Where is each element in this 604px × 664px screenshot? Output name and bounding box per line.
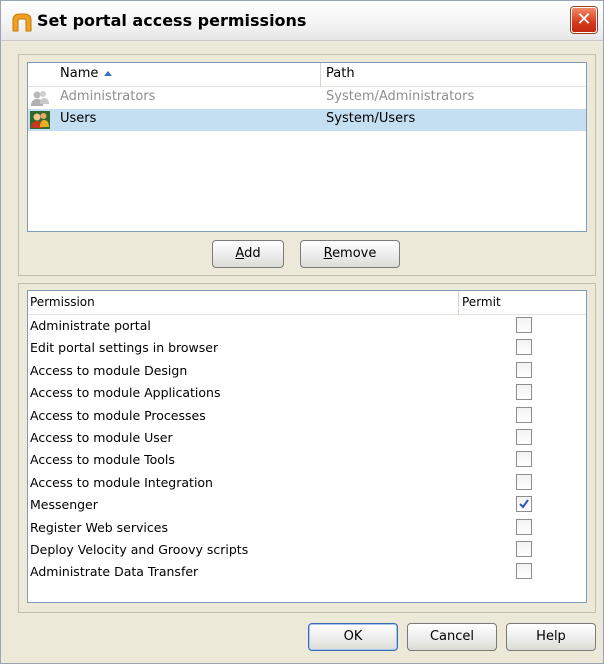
sort-ascending-icon bbox=[104, 71, 113, 76]
close-icon: ✕ bbox=[576, 9, 592, 30]
permission-row: Access to module User bbox=[28, 427, 586, 449]
permit-checkbox[interactable] bbox=[516, 429, 532, 445]
permit-checkbox[interactable] bbox=[516, 541, 532, 557]
permission-row: Edit portal settings in browser bbox=[28, 337, 586, 359]
permit-checkbox[interactable] bbox=[516, 518, 532, 535]
permission-label: Administrate portal bbox=[30, 318, 151, 333]
permission-row: Access to module Integration bbox=[28, 472, 586, 494]
portal-app-icon bbox=[11, 11, 33, 33]
permission-label: Access to module Integration bbox=[30, 474, 213, 490]
users-icon bbox=[30, 111, 50, 129]
permissions-header: Permission Permit bbox=[28, 291, 586, 315]
permission-row: Administrate Data Transfer bbox=[28, 561, 586, 583]
help-button[interactable]: Help bbox=[506, 623, 596, 651]
permit-checkbox[interactable] bbox=[516, 473, 532, 490]
permission-label: Register Web services bbox=[30, 519, 168, 535]
add-mnemonic: A bbox=[235, 246, 245, 261]
permit-checkbox[interactable] bbox=[516, 496, 532, 513]
permission-row: Register Web services bbox=[28, 517, 586, 539]
permission-label: Edit portal settings in browser bbox=[30, 340, 219, 356]
remove-button[interactable]: Remove bbox=[300, 240, 400, 268]
permit-checkbox[interactable] bbox=[516, 563, 532, 580]
permission-label: Administrate Data Transfer bbox=[30, 564, 199, 580]
permissions-table[interactable]: Permission Permit Administrate portal Edi… bbox=[27, 290, 587, 603]
groups-list-header: Name Path bbox=[28, 63, 586, 87]
permission-label: Access to module Processes bbox=[30, 407, 206, 423]
column-header-name[interactable]: Name bbox=[60, 66, 113, 81]
permission-label: Messenger bbox=[30, 497, 98, 513]
permission-row: Access to module Applications bbox=[28, 382, 586, 404]
remove-mnemonic: R bbox=[323, 246, 333, 261]
permission-row: Messenger bbox=[28, 494, 586, 516]
permit-checkbox[interactable] bbox=[516, 451, 532, 468]
group-row-users[interactable]: Users System/Users bbox=[28, 109, 586, 131]
permission-row: Access to module Design bbox=[28, 360, 586, 382]
column-divider[interactable] bbox=[458, 291, 459, 315]
group-icon bbox=[30, 89, 50, 107]
group-row-administrators[interactable]: Administrators System/Administrators bbox=[28, 87, 586, 109]
group-path: System/Administrators bbox=[326, 89, 475, 104]
permit-checkbox[interactable] bbox=[516, 339, 532, 356]
column-header-permission[interactable]: Permission bbox=[30, 295, 95, 309]
permission-row: Access to module Processes bbox=[28, 405, 586, 427]
permission-row: Administrate portal bbox=[28, 315, 586, 337]
groups-list[interactable]: Name Path Administrators System/Administ… bbox=[27, 62, 587, 232]
permission-row: Access to module Tools bbox=[28, 449, 586, 471]
title-bar[interactable]: Set portal access permissions ✕ bbox=[1, 1, 603, 41]
add-button[interactable]: Add bbox=[212, 240, 284, 268]
column-divider[interactable] bbox=[320, 63, 321, 87]
group-name: Administrators bbox=[60, 89, 156, 104]
permission-label: Access to module Applications bbox=[30, 385, 221, 401]
group-path: System/Users bbox=[326, 111, 416, 126]
permit-checkbox[interactable] bbox=[516, 317, 532, 333]
permit-checkbox[interactable] bbox=[516, 361, 532, 378]
remove-label: emove bbox=[332, 246, 377, 261]
column-header-permit[interactable]: Permit bbox=[462, 295, 501, 309]
permit-checkbox[interactable] bbox=[516, 406, 532, 423]
permission-row: Deploy Velocity and Groovy scripts bbox=[28, 539, 586, 561]
add-label: dd bbox=[244, 246, 261, 261]
permission-label: Deploy Velocity and Groovy scripts bbox=[30, 542, 249, 557]
close-button[interactable]: ✕ bbox=[571, 7, 597, 33]
ok-button[interactable]: OK bbox=[308, 623, 398, 651]
permission-label: Access to module Tools bbox=[30, 452, 175, 468]
permissions-dialog: Set portal access permissions ✕ Name Pat… bbox=[0, 0, 604, 664]
permission-label: Access to module Design bbox=[30, 362, 188, 378]
cancel-button[interactable]: Cancel bbox=[407, 623, 497, 651]
dialog-title: Set portal access permissions bbox=[37, 11, 307, 30]
permission-label: Access to module User bbox=[30, 430, 173, 445]
checkmark-icon bbox=[519, 499, 529, 509]
permit-checkbox[interactable] bbox=[516, 384, 532, 401]
group-name: Users bbox=[60, 111, 97, 126]
column-header-path[interactable]: Path bbox=[326, 66, 355, 81]
